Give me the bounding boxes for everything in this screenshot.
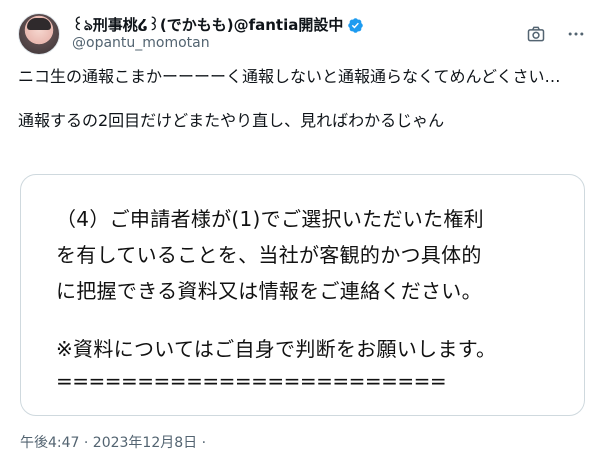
media-image-text: （4）ご申請者様が(1)でご選択いただいた権利 を有していることを、当社が客観的… (56, 201, 576, 391)
media-line-2: を有していることを、当社が客観的かつ具体的 (56, 243, 482, 267)
camera-icon[interactable] (525, 23, 547, 45)
media-equals-divider: ======================== (56, 369, 447, 393)
media-spacer (56, 309, 576, 331)
media-card[interactable]: （4）ご申請者様が(1)でご選択いただいた権利 を有していることを、当社が客観的… (20, 174, 585, 416)
author-handle[interactable]: @opantu_momotan (72, 35, 364, 53)
more-icon[interactable] (565, 23, 587, 45)
tweet-timestamp[interactable]: 午後4:47 · 2023年12月8日 · (20, 432, 206, 452)
author-names: ꒰ঌ刑事桃໒꒱(でかもも)@fantia開設中 @opantu_momotan (72, 16, 364, 52)
header-actions (525, 23, 587, 45)
avatar[interactable] (18, 13, 60, 55)
tweet-header: ꒰ঌ刑事桃໒꒱(でかもも)@fantia開設中 @opantu_momotan (18, 12, 587, 56)
display-name[interactable]: ꒰ঌ刑事桃໒꒱(でかもも)@fantia開設中 (72, 16, 343, 35)
media-line-4: ※資料についてはご自身で判断をお願いします。 (56, 337, 497, 361)
tweet: ꒰ঌ刑事桃໒꒱(でかもも)@fantia開設中 @opantu_momotan (0, 0, 603, 469)
tweet-text: ニコ生の通報こまかーーーーく通報しないと通報通らなくてめんどくさい… 通報するの… (18, 67, 561, 130)
display-name-row: ꒰ঌ刑事桃໒꒱(でかもも)@fantia開設中 (72, 16, 364, 35)
verified-badge-icon (347, 17, 364, 34)
media-line-1: （4）ご申請者様が(1)でご選択いただいた権利 (56, 207, 484, 231)
media-line-3: に把握できる資料又は情報をご連絡ください。 (56, 279, 482, 303)
